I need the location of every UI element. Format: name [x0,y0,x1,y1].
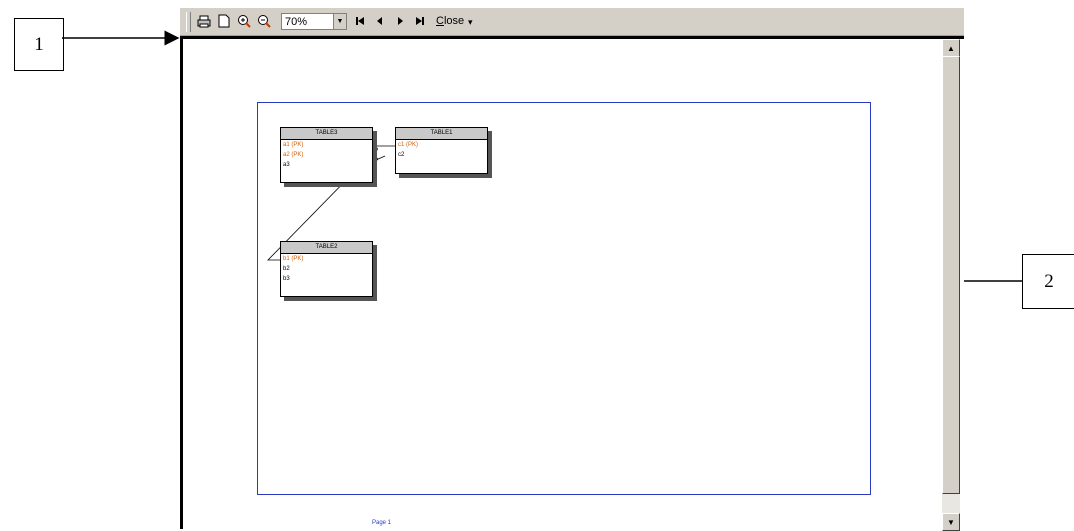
er-table-title: TABLE2 [281,242,372,254]
er-table-title: TABLE1 [396,128,487,140]
page-number: Page 1 [372,520,392,526]
callout-label-2: 2 [1022,254,1074,309]
er-column: b3 [283,276,290,282]
er-column: c1 (PK) [398,142,419,148]
scroll-up-icon[interactable]: ▲ [942,39,960,57]
print-preview-window: 70% ▼ Close ▾ TABLE3 a1 (PK) a2 (PK) a3 [180,8,964,531]
er-column: a1 (PK) [283,142,304,148]
er-column: a3 [283,162,290,168]
er-column: a2 (PK) [283,152,304,158]
er-table-table2[interactable]: TABLE2 b1 (PK) b2 b3 [280,241,373,297]
er-column: c2 [398,152,405,158]
callout-label-1: 1 [14,18,64,71]
er-column: b1 (PK) [283,256,304,262]
scroll-thumb[interactable] [942,56,960,494]
er-table-table3[interactable]: TABLE3 a1 (PK) a2 (PK) a3 [280,127,373,183]
er-table-table1[interactable]: TABLE1 c1 (PK) c2 [395,127,488,174]
vertical-scrollbar[interactable]: ▲ ▼ [942,39,960,531]
er-column: b2 [283,266,290,272]
er-table-title: TABLE3 [281,128,372,140]
scroll-down-icon[interactable]: ▼ [942,513,960,531]
